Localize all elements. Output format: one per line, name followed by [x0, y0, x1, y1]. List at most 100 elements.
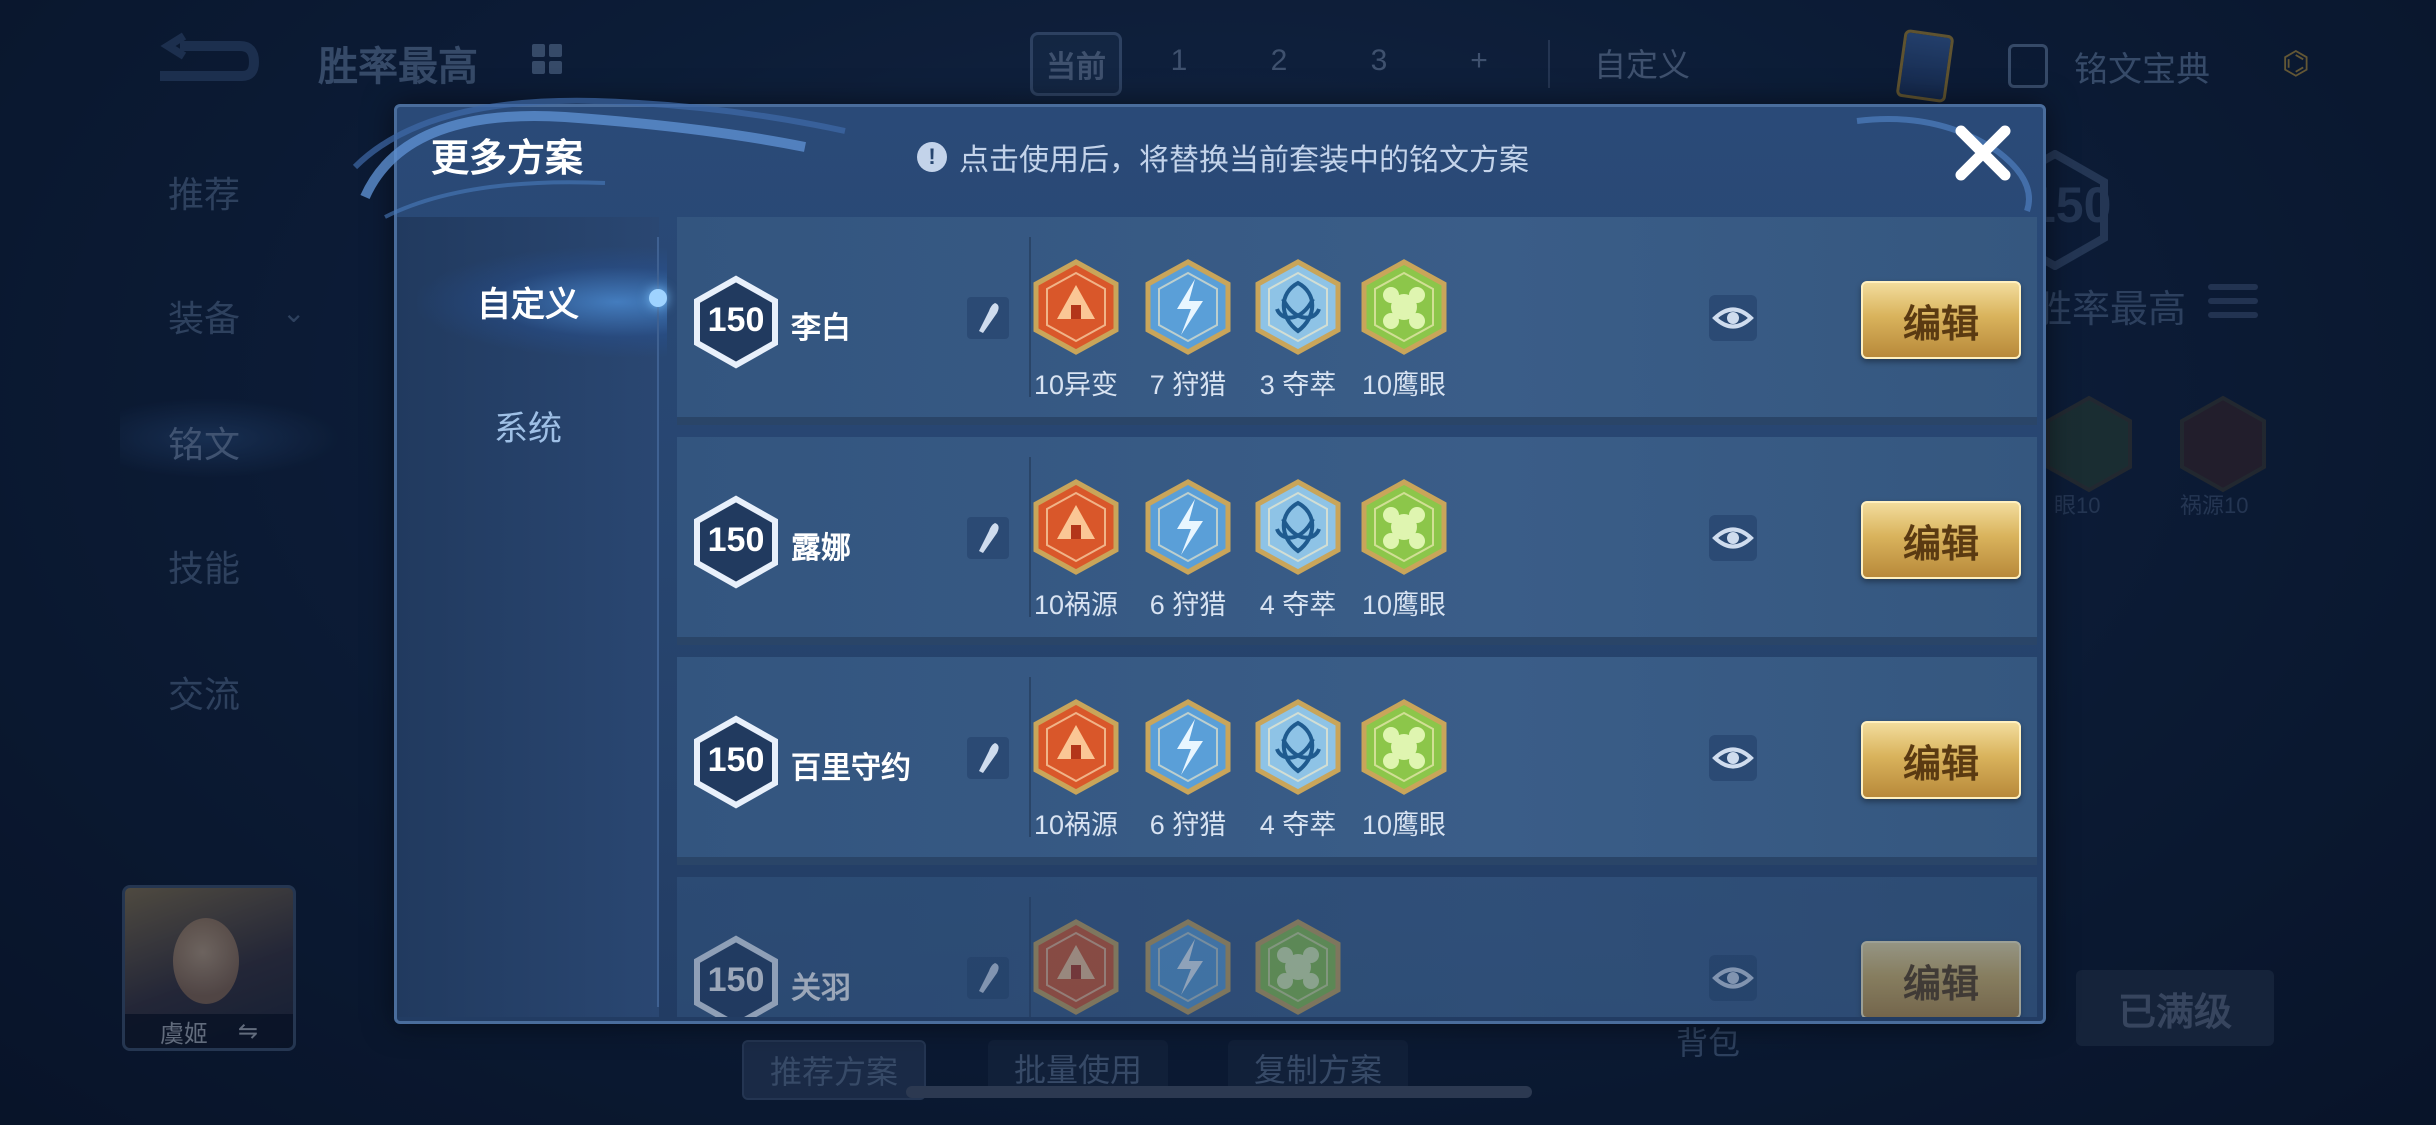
hero-name: 李白: [791, 312, 851, 345]
rename-button[interactable]: [967, 737, 1009, 779]
green-rune-icon[interactable]: [1361, 479, 1447, 575]
level-number: 150: [707, 741, 765, 779]
tab-custom-plans[interactable]: 自定义: [397, 277, 659, 326]
swirl-decoration-right: [1856, 116, 2032, 212]
eye-icon: [1712, 307, 1754, 329]
sidebar-item-recommend[interactable]: 推荐: [168, 166, 240, 218]
hero-name: 百里守约: [791, 752, 911, 785]
page-tabs: 当前 1 2 3 +: [1030, 32, 1522, 96]
edit-button[interactable]: 编辑: [1861, 501, 2021, 579]
tab-2[interactable]: 2: [1236, 32, 1322, 90]
tab-1[interactable]: 1: [1136, 32, 1222, 90]
blue-rune-icon[interactable]: [1145, 259, 1231, 355]
edit-button[interactable]: 编辑: [1861, 941, 2021, 1017]
rune-label: 10鹰眼: [1361, 810, 1447, 840]
level-badge: 150: [693, 495, 779, 589]
back-button[interactable]: [150, 30, 260, 90]
card-icon[interactable]: [1895, 28, 1955, 104]
right-green-rune-icon: [2046, 395, 2132, 493]
rune-label: 10祸源: [1033, 590, 1119, 620]
hero-name: 关羽: [791, 972, 851, 1005]
hero-name: 露娜: [791, 532, 851, 565]
hero-avatar[interactable]: 虞姬 ⇋: [122, 885, 296, 1051]
blue-rune-icon[interactable]: [1145, 699, 1231, 795]
more-plans-dialog: 更多方案 ! 点击使用后，将替换当前套装中的铭文方案 自定义 系统 150 李白 1…: [352, 97, 2046, 1024]
pencil-icon: [979, 523, 999, 553]
red-rune-icon[interactable]: [1033, 919, 1119, 1015]
red-rune-icon[interactable]: [1033, 699, 1119, 795]
tab-add[interactable]: +: [1436, 32, 1522, 90]
rune-label: 6 狩猎: [1149, 590, 1227, 620]
green-rune-icon[interactable]: [1361, 259, 1447, 355]
plan-row[interactable]: 150 李白 10异变 7 狩猎 3 夺萃 10鹰眼 编辑: [677, 217, 2037, 425]
notice-text: 点击使用后，将替换当前套装中的铭文方案: [959, 144, 1529, 177]
eye-icon: [1712, 967, 1754, 989]
home-indicator: [906, 1086, 1532, 1098]
back-arrow-icon: [160, 32, 260, 81]
rune-label: 10鹰眼: [1361, 590, 1447, 620]
plan-row[interactable]: 150 关羽 编辑: [677, 877, 2037, 1017]
rune-label: 6 狩猎: [1149, 810, 1227, 840]
plan-row[interactable]: 150 露娜 10祸源 6 狩猎 4 夺萃 10鹰眼 编辑: [677, 437, 2037, 645]
level-badge: 150: [693, 715, 779, 809]
blue-rune-icon[interactable]: [1145, 479, 1231, 575]
swap-icon[interactable]: ⇋: [238, 1017, 258, 1046]
close-button[interactable]: [1951, 121, 2015, 185]
hero-name: 虞姬: [159, 1020, 208, 1048]
rune-label: 4 夺萃: [1259, 590, 1337, 620]
plan-list[interactable]: 150 李白 10异变 7 狩猎 3 夺萃 10鹰眼 编辑 150 露娜 10祸源 6 狩猎 4 夺萃…: [677, 217, 2037, 1017]
level-number: 150: [707, 521, 765, 559]
tab-3[interactable]: 3: [1336, 32, 1422, 90]
rename-button[interactable]: [967, 957, 1009, 999]
chevron-down-icon: ⌄: [282, 297, 306, 328]
background-title: 胜率最高: [318, 45, 478, 89]
blue-knot-rune-icon[interactable]: [1255, 479, 1341, 575]
green-rune-icon[interactable]: [1255, 919, 1341, 1015]
preview-button[interactable]: [1709, 295, 1757, 341]
tab-current[interactable]: 当前: [1030, 32, 1122, 96]
rename-button[interactable]: [967, 517, 1009, 559]
rune-label: 7 狩猎: [1149, 370, 1227, 400]
swirl-decoration: [352, 97, 846, 219]
recommend-plan-button[interactable]: 推荐方案: [742, 1040, 927, 1100]
right-plan-label: 胜率最高: [2034, 289, 2187, 331]
blue-knot-rune-icon[interactable]: [1255, 259, 1341, 355]
sidebar-item-chat[interactable]: 交流: [168, 666, 240, 718]
green-rune-icon[interactable]: [1361, 699, 1447, 795]
full-level-button[interactable]: 已满级: [2076, 970, 2274, 1046]
tab-system-plans[interactable]: 系统: [397, 401, 659, 450]
blue-knot-rune-icon[interactable]: [1255, 699, 1341, 795]
preview-button[interactable]: [1709, 735, 1757, 781]
rename-button[interactable]: [967, 297, 1009, 339]
codex-label[interactable]: 铭文宝典: [2074, 42, 2210, 91]
notice: ! 点击使用后，将替换当前套装中的铭文方案: [917, 135, 1529, 179]
rune-label: 10祸源: [1033, 810, 1119, 840]
preview-button[interactable]: [1709, 515, 1757, 561]
row-divider: [1029, 897, 1031, 1017]
right-rune-label-1: 眼10: [2054, 493, 2101, 518]
sidebar-item-runes[interactable]: 铭文: [168, 416, 240, 468]
grid-icon[interactable]: [532, 44, 562, 74]
edit-button[interactable]: 编辑: [1861, 281, 2021, 359]
signal-icon: ⌬: [2282, 45, 2310, 81]
pencil-icon: [979, 963, 999, 993]
red-rune-icon[interactable]: [1033, 259, 1119, 355]
red-rune-icon[interactable]: [1033, 479, 1119, 575]
avatar: [173, 918, 239, 1004]
rune-label: 10鹰眼: [1361, 370, 1447, 400]
backpack-label[interactable]: 背包: [1676, 1018, 1740, 1064]
sidebar-item-equipment[interactable]: 装备: [168, 290, 240, 342]
plan-row[interactable]: 150 百里守约 10祸源 6 狩猎 4 夺萃 10鹰眼 编辑: [677, 657, 2037, 865]
tab-custom[interactable]: 自定义: [1594, 40, 1690, 86]
pencil-icon: [979, 303, 999, 333]
codex-icon[interactable]: [2008, 44, 2048, 88]
blue-rune-icon[interactable]: [1145, 919, 1231, 1015]
eye-icon: [1712, 747, 1754, 769]
edit-button[interactable]: 编辑: [1861, 721, 2021, 799]
hero-name-bar: 虞姬 ⇋: [125, 1014, 293, 1048]
preview-button[interactable]: [1709, 955, 1757, 1001]
sidebar-item-skills[interactable]: 技能: [168, 540, 240, 592]
right-red-rune-icon: [2180, 395, 2266, 493]
info-icon: !: [917, 142, 947, 172]
menu-icon[interactable]: [2208, 284, 2258, 340]
